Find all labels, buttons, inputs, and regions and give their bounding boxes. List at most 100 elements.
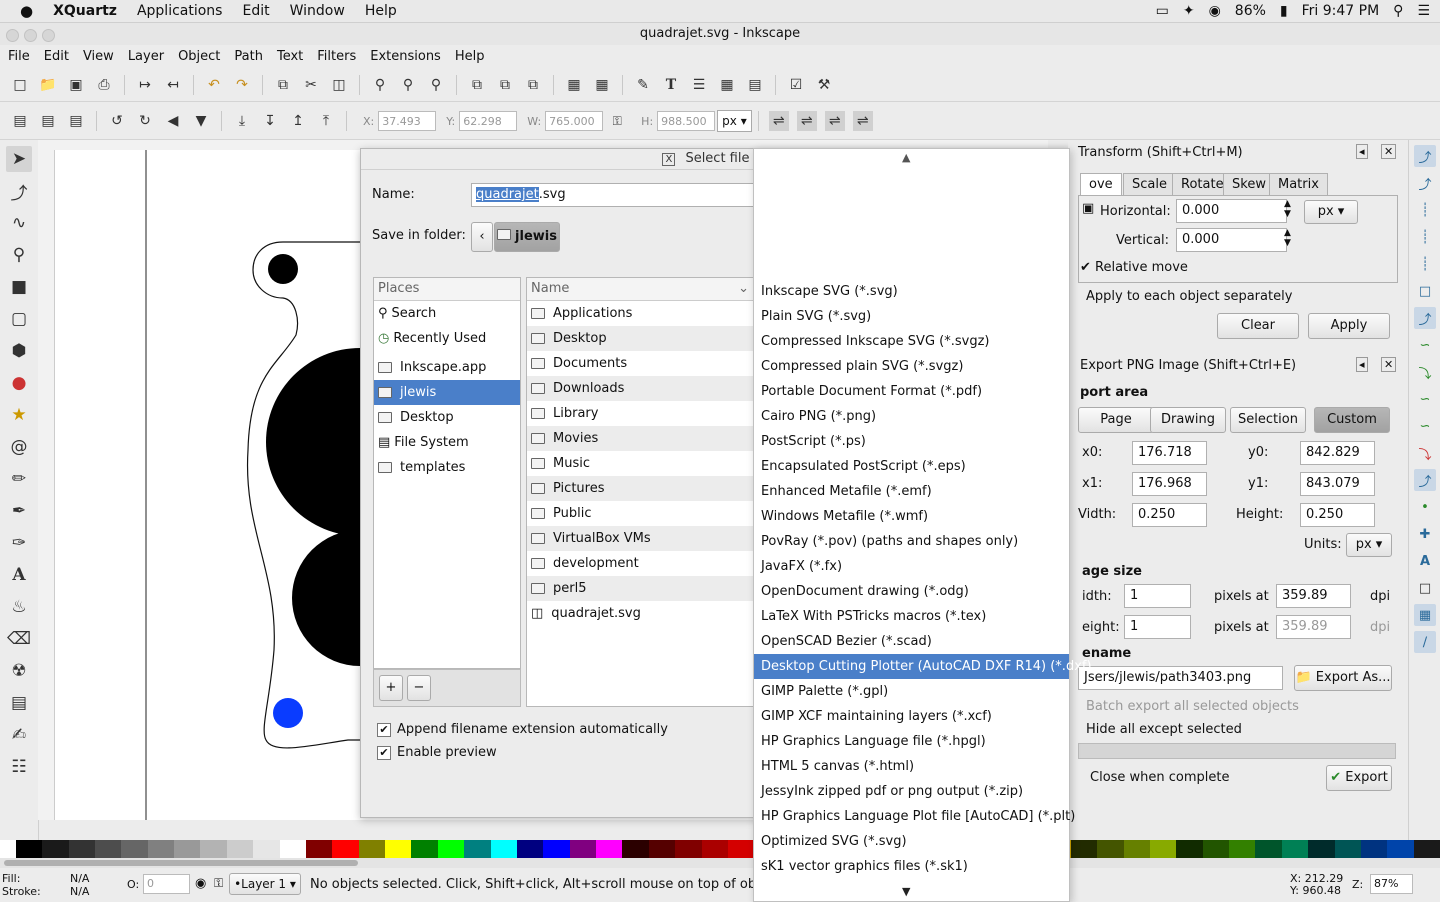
swatch[interactable]	[253, 840, 280, 858]
menu-app[interactable]: XQuartz	[53, 3, 117, 19]
file-type-option[interactable]: Cairo PNG (*.png)	[754, 404, 1069, 429]
menu-help[interactable]: Help	[455, 49, 485, 64]
menu-applications[interactable]: Applications	[137, 3, 223, 19]
file-type-option[interactable]: JessyInk zipped pdf or png output (*.zip…	[754, 779, 1069, 804]
export-button[interactable]: ✔ Export	[1326, 765, 1392, 791]
move-gradients-icon[interactable]: ⇌	[824, 111, 845, 131]
calligraphy-tool-icon[interactable]: ✑	[6, 530, 32, 556]
tab-move[interactable]: ove	[1080, 173, 1122, 196]
place-search[interactable]: ⚲ Search	[374, 301, 520, 326]
place-templates[interactable]: templates	[374, 455, 520, 480]
file-type-option[interactable]: Portable Document Format (*.pdf)	[754, 379, 1069, 404]
menu-path[interactable]: Path	[234, 49, 263, 64]
enable-preview-checkbox[interactable]: ✔ Enable preview	[377, 745, 497, 760]
swatch[interactable]	[358, 840, 386, 858]
ellipse-tool-icon[interactable]: ●	[6, 370, 32, 396]
swatch[interactable]	[516, 840, 544, 858]
file-row[interactable]: ◫ quadrajet.svg	[527, 601, 757, 626]
pencil-tool-icon[interactable]: ✏	[6, 466, 32, 492]
notification-icon[interactable]: ☰	[1417, 3, 1430, 19]
horizontal-spin-icon[interactable]: ▲ ▼	[1284, 199, 1291, 219]
lower-bottom-icon[interactable]: ⤓	[232, 111, 252, 131]
dpi-input[interactable]: 359.89	[1276, 584, 1351, 608]
img-width-input[interactable]: 1	[1124, 584, 1191, 608]
layer-select[interactable]: •Layer 1 ▾	[229, 873, 301, 895]
move-patterns-icon[interactable]: ⇌	[852, 111, 873, 131]
file-row[interactable]: Documents	[527, 351, 757, 376]
airplay-icon[interactable]: ▭	[1156, 3, 1169, 19]
place-jlewis[interactable]: jlewis	[374, 380, 520, 405]
menu-filters[interactable]: Filters	[317, 49, 356, 64]
connector-tool-icon[interactable]: ☷	[6, 754, 32, 780]
star-tool-icon[interactable]: ★	[6, 402, 32, 428]
close-when-complete-checkbox[interactable]: Close when complete	[1090, 770, 1230, 785]
snap-text-baseline-icon[interactable]: A	[1414, 550, 1436, 572]
file-type-option[interactable]: OpenDocument drawing (*.odg)	[754, 579, 1069, 604]
snap-page-border-icon[interactable]: □	[1414, 577, 1436, 599]
file-row[interactable]: Downloads	[527, 376, 757, 401]
zoom-page-icon[interactable]: ⚲	[426, 75, 446, 95]
swatch[interactable]	[569, 840, 597, 858]
swatch[interactable]	[174, 840, 201, 858]
spiral-tool-icon[interactable]: @	[6, 434, 32, 460]
snap-others-icon[interactable]: ⤴	[1414, 469, 1436, 491]
file-list-header[interactable]: Name ⌄	[527, 278, 757, 301]
document-properties-icon[interactable]: ☑	[786, 75, 806, 95]
export-panel-collapse-icon[interactable]: ◂	[1356, 357, 1368, 372]
snap-grid-icon[interactable]: ▦	[1414, 604, 1436, 626]
y1-input[interactable]: 843.079	[1300, 472, 1375, 496]
snap-enable-icon[interactable]: ⤴	[1414, 145, 1436, 167]
relative-move-checkbox[interactable]: ✔ Relative move	[1080, 260, 1188, 275]
layer-visibility-icon[interactable]: ◉	[195, 876, 206, 891]
swatch[interactable]	[411, 840, 438, 858]
swatch[interactable]	[1360, 840, 1388, 858]
new-document-icon[interactable]: □	[10, 75, 30, 95]
file-row[interactable]: VirtualBox VMs	[527, 526, 757, 551]
move-link-icon[interactable]: ▣	[1082, 201, 1094, 216]
scroll-down-arrow-icon[interactable]: ▼	[902, 885, 910, 898]
move-unit-select[interactable]: px ▾	[1304, 200, 1358, 224]
paste-icon[interactable]: ◫	[329, 75, 349, 95]
area-page-button[interactable]: Page	[1078, 407, 1154, 433]
h-input[interactable]	[657, 111, 716, 131]
menu-edit[interactable]: Edit	[44, 49, 69, 64]
apply-each-checkbox[interactable]: Apply to each object separately	[1086, 289, 1292, 304]
node-tool-icon[interactable]: ⤴	[6, 178, 32, 204]
swatch[interactable]	[1149, 840, 1177, 858]
open-icon[interactable]: 📁	[38, 75, 58, 95]
swatch[interactable]	[1281, 840, 1309, 858]
file-type-option[interactable]: LaTeX With PSTricks macros (*.tex)	[754, 604, 1069, 629]
height-input[interactable]: 0.250	[1300, 503, 1375, 527]
duplicate-icon[interactable]: ⧉	[467, 75, 487, 95]
file-row[interactable]: Applications	[527, 301, 757, 326]
swatch[interactable]	[226, 840, 254, 858]
w-input[interactable]	[545, 111, 604, 131]
swatch[interactable]	[1176, 840, 1203, 858]
snap-guide-icon[interactable]: ∕	[1414, 631, 1436, 653]
dropper-tool-icon[interactable]: ✍	[6, 722, 32, 748]
zoom-selection-icon[interactable]: ⚲	[370, 75, 390, 95]
swatch[interactable]	[1123, 840, 1150, 858]
swatch[interactable]	[279, 840, 306, 858]
swatch[interactable]	[1334, 840, 1361, 858]
text-font-icon[interactable]: T	[661, 75, 681, 95]
menu-view[interactable]: View	[83, 49, 114, 64]
snap-bbox-midpoint-icon[interactable]: ┊	[1414, 253, 1436, 275]
print-icon[interactable]: ⎙	[94, 75, 114, 95]
export-icon[interactable]: ↤	[163, 75, 183, 95]
save-icon[interactable]: ▣	[66, 75, 86, 95]
swatch[interactable]	[1070, 840, 1098, 858]
swatch[interactable]	[543, 840, 570, 858]
file-row[interactable]: perl5	[527, 576, 757, 601]
horizontal-scrollbar[interactable]	[0, 858, 1440, 868]
swatch[interactable]	[727, 840, 755, 858]
vertical-ruler[interactable]	[38, 150, 55, 820]
tab-skew[interactable]: Skew	[1223, 173, 1275, 196]
paint-bucket-tool-icon[interactable]: ☢	[6, 658, 32, 684]
rotate-ccw-icon[interactable]: ↺	[107, 111, 127, 131]
img-height-input[interactable]: 1	[1124, 615, 1191, 639]
flip-horizontal-icon[interactable]: ◀	[163, 111, 183, 131]
rotate-cw-icon[interactable]: ↻	[135, 111, 155, 131]
spray-tool-icon[interactable]: ♨	[6, 594, 32, 620]
place-file-system[interactable]: ▤ File System	[374, 430, 520, 455]
